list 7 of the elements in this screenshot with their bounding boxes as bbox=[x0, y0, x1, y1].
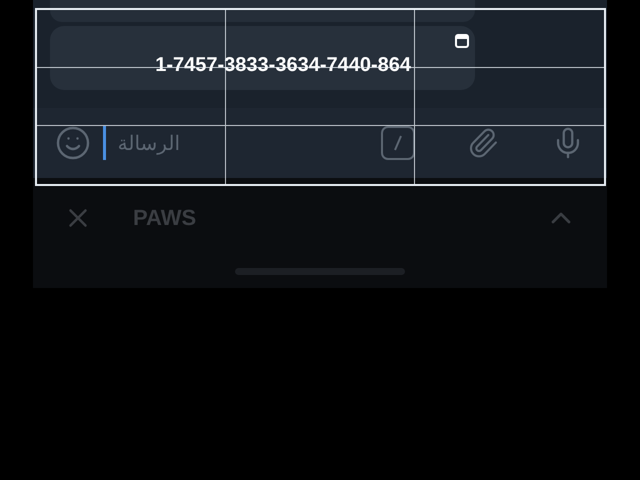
attach-icon[interactable] bbox=[467, 127, 499, 159]
message-input[interactable]: الرسالة bbox=[108, 130, 182, 156]
crop-frame[interactable] bbox=[35, 8, 606, 186]
window-icon bbox=[455, 34, 469, 48]
text-cursor bbox=[103, 126, 106, 160]
slash-command-icon[interactable] bbox=[381, 126, 415, 160]
emoji-icon[interactable] bbox=[55, 125, 91, 161]
